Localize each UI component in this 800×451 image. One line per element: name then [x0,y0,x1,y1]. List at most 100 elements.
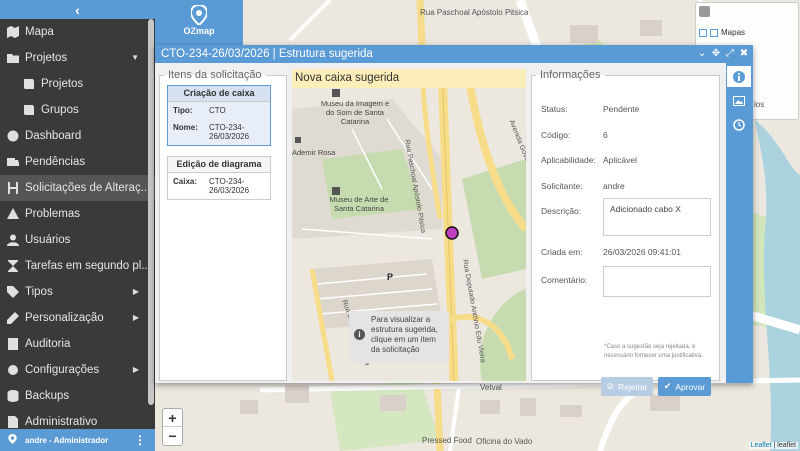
kebab-menu-icon[interactable]: ⋮ [134,433,146,447]
reject-button[interactable]: ⊘ Rejeitar [601,377,653,396]
map-hint: i Para visualizar a estrutura sugerida, … [349,311,449,363]
poi-label: Ademir Rosa [292,148,336,157]
section-legend: Informações [540,69,601,81]
caret-right-icon: ▶ [132,365,139,374]
sidebar-collapse-button[interactable]: ‹ [0,0,155,19]
sidebar-item-dashboard[interactable]: Dashboard [0,123,155,149]
sidebar-item-label: Backups [25,390,70,402]
field-label: Descrição: [541,206,582,216]
sidebar-item-backups[interactable]: Backups [0,383,155,409]
suggested-box-map[interactable]: Nova caixa sugerida Museu da Imagem e do… [292,69,526,381]
layer-label: Mapas [721,28,746,37]
ozmap-logo[interactable]: OZmap [155,0,243,45]
approve-label: Aprovar [675,381,706,392]
created-value: 26/03/2026 09:41:01 [603,247,681,257]
attribution-text: | leaflet [773,442,796,449]
description-row: Descrição: [541,206,581,216]
user-bar[interactable]: andre - Administrador ⋮ [0,429,155,451]
card-title: Edição de diagrama [168,157,270,173]
reject-note: *Caso a sugestão seja rejeitada, é neces… [604,344,703,359]
caret-right-icon: ▶ [132,313,139,322]
applicability-row: Aplicabilidade: Aplicável [541,155,637,165]
field-value: CTO [209,106,226,115]
field-label: Nome: [173,123,198,132]
image-icon [733,95,745,106]
leaflet-link[interactable]: Leaflet [751,442,772,449]
history-icon [733,118,745,131]
sidebar-item-solicitacoes[interactable]: Solicitações de Alteraç... [0,175,155,201]
request-items-section: Itens da solicitação Criação de caixa Ti… [159,69,287,381]
sidebar-item-usuarios[interactable]: Usuários [0,227,155,253]
sidebar-item-projetos[interactable]: Projetos ▼ [0,45,155,71]
sidebar-item-label: Mapa [25,26,54,38]
sidebar-item-tarefas[interactable]: Tarefas em segundo pl... [0,253,155,279]
sidebar-item-label: Pendências [25,156,86,168]
logo-text: OZmap [183,26,215,36]
zoom-in-button[interactable]: + [163,409,182,427]
requester-row: Solicitante: andre [541,181,625,191]
field-label: Aplicabilidade: [541,155,596,165]
sidebar-item-label: Tipos [25,286,53,298]
lock-icon[interactable] [699,6,710,17]
tags-icon [6,286,19,299]
expand-icon[interactable]: ⤢ [725,47,735,61]
sidebar-item-label: Usuários [25,234,71,246]
layer-row-mapas[interactable]: Mapas [699,28,745,37]
sidebar-item-problemas[interactable]: Problemas [0,201,155,227]
map-attribution: Leaflet | leaflet [748,442,798,449]
field-value: CTO-234-26/03/2026 [209,123,250,141]
layer-checkbox[interactable] [710,28,718,37]
comment-field[interactable] [603,266,711,297]
user-icon [6,234,19,247]
suggested-structure-modal: CTO-234-26/03/2026 | Estrutura sugerida … [155,45,753,396]
modal-header[interactable]: CTO-234-26/03/2026 | Estrutura sugerida … [155,45,753,63]
request-item-card[interactable]: Edição de diagrama Caixa: CTO-234-26/03/2… [167,156,271,200]
truck-icon [6,156,19,169]
sidebar-item-grupos[interactable]: Grupos [0,97,155,123]
created-row: Criada em: 26/03/2026 09:41:01 [541,247,681,257]
modal-title: CTO-234-26/03/2026 | Estrutura sugerida [161,48,373,60]
file-icon [6,416,19,429]
folder-open-icon [6,52,19,65]
close-icon[interactable]: ✖ [739,47,749,61]
ban-icon: ⊘ [606,381,615,391]
status-value: Pendente [603,104,640,114]
layer-partial-label: ios [754,100,765,109]
info-icon: i [354,329,365,340]
tab-history[interactable] [727,114,751,135]
sidebar-item-auditoria[interactable]: Auditoria [0,331,155,357]
map-panel-title: Nova caixa sugerida [292,69,526,88]
tab-image[interactable] [727,90,751,111]
comment-row: Comentário: [541,275,587,285]
sidebar-item-personalizacao[interactable]: Personalização ▶ [0,305,155,331]
zoom-out-button[interactable]: − [163,427,182,445]
sidebar-item-label: Administrativo [25,416,98,428]
sidebar-item-pendencias[interactable]: Pendências [0,149,155,175]
warning-icon [6,208,19,221]
chevron-down-icon[interactable]: ⌄ [697,47,707,61]
code-row: Código: 6 [541,130,608,140]
sidebar-item-mapa[interactable]: Mapa [0,19,155,45]
map-icon [6,26,19,39]
book-icon [22,78,35,91]
sidebar-item-label: Grupos [41,104,79,116]
sidebar-item-projetos-sub[interactable]: Projetos [0,71,155,97]
field-label: Código: [541,130,571,140]
expand-checkbox[interactable] [699,28,707,37]
section-legend: Itens da solicitação [168,69,262,81]
chevron-left-icon: ‹ [75,1,80,18]
tab-info[interactable] [727,66,751,87]
sidebar-item-configuracoes[interactable]: Configurações ▶ [0,357,155,383]
request-item-card[interactable]: Criação de caixa Tipo: CTO Nome: CTO-234-2… [167,85,271,146]
sidebar-item-label: Tarefas em segundo pl... [25,260,151,272]
scrollbar-thumb[interactable] [148,19,154,405]
sidebar-item-tipos[interactable]: Tipos ▶ [0,279,155,305]
field-label: Comentário: [541,275,588,285]
map-label: Pressed Food [422,436,472,445]
sidebar-scrollbar[interactable] [148,19,154,405]
side-tabs [726,63,753,383]
applicability-value: Aplicável [603,155,638,165]
description-field[interactable]: Adicionado cabo X [603,198,711,236]
move-icon[interactable]: ✥ [711,47,721,61]
approve-button[interactable]: ✔ Aprovar [658,377,711,396]
